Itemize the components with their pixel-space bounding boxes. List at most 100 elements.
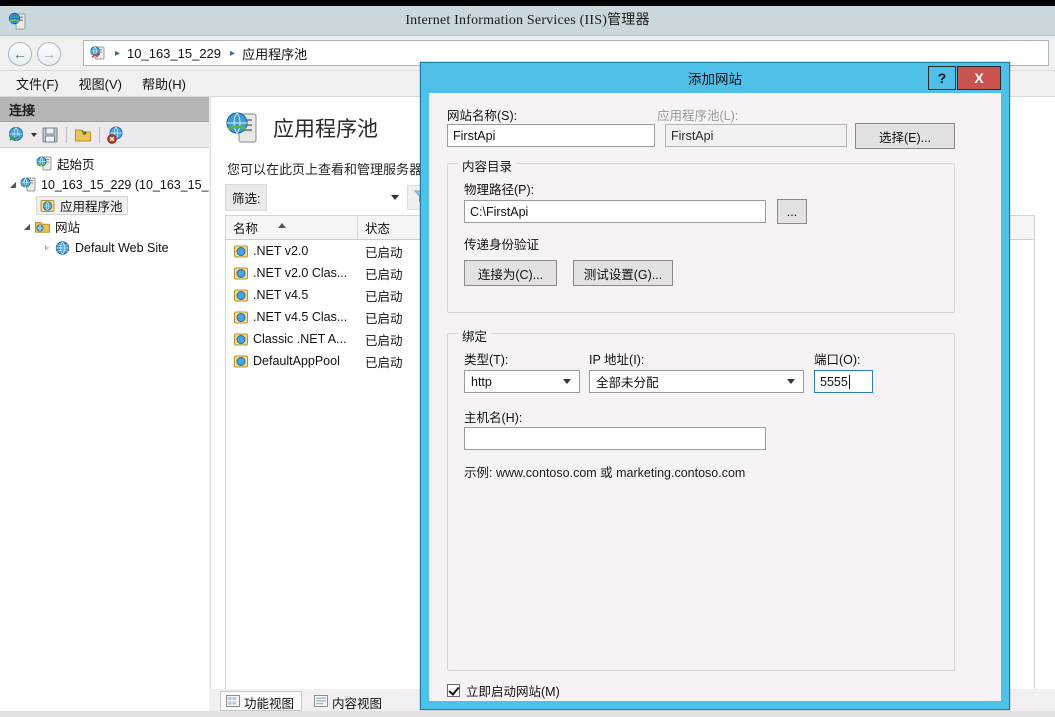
hostname-example-text: 示例: www.contoso.com 或 marketing.contoso.… [464, 466, 746, 480]
binding-type-value: http [471, 374, 492, 389]
toolbar-divider-2 [99, 126, 100, 143]
cell-status: 已启动 [365, 267, 403, 282]
binding-ip-select[interactable]: 全部未分配 [589, 370, 804, 393]
back-button[interactable]: ← [8, 42, 32, 66]
app-pool-item-icon [233, 288, 249, 303]
hostname-input[interactable] [464, 427, 766, 450]
tab-label: 内容视图 [332, 697, 383, 711]
chevron-down-icon[interactable] [391, 194, 400, 200]
cell-name: .NET v2.0 Clas... [253, 266, 348, 280]
cell-name: Classic .NET A... [253, 332, 347, 346]
browse-button[interactable]: ... [777, 199, 807, 224]
column-header-label: 名称 [233, 222, 259, 236]
menu-file[interactable]: 文件(F) [10, 72, 73, 95]
tree-item-start-page[interactable]: 起始页 [0, 153, 209, 174]
breadcrumb-segment-server[interactable]: 10_163_15_229 [127, 46, 221, 61]
app-pool-item-icon [233, 244, 249, 259]
app-pool-label: 应用程序池(L): [657, 109, 739, 123]
sites-folder-icon [34, 219, 51, 235]
cell-name: .NET v4.5 [253, 288, 309, 302]
binding-group-title: 绑定 [458, 326, 492, 345]
tree-item-label: 网站 [55, 221, 81, 235]
chevron-down-icon[interactable] [31, 132, 37, 137]
menu-view[interactable]: 视图(V) [73, 72, 136, 95]
window-titlebar: Internet Information Services (IIS)管理器 [0, 6, 1055, 36]
select-app-pool-label: 选择(E)... [878, 130, 932, 145]
text-cursor [848, 374, 850, 389]
cell-name: .NET v2.0 [253, 244, 309, 258]
tree-item-sites[interactable]: ◢ 网站 [0, 216, 209, 237]
column-header-label: 状态 [365, 222, 391, 236]
connect-as-button[interactable]: 连接为(C)... [464, 260, 557, 286]
start-page-icon [36, 156, 53, 172]
open-connection-icon[interactable] [73, 125, 93, 145]
binding-type-select[interactable]: http [464, 370, 580, 393]
connect-to-server-icon[interactable] [7, 125, 27, 145]
tab-features-view[interactable]: 功能视图 [220, 691, 303, 711]
content-directory-group-title: 内容目录 [458, 156, 517, 175]
connect-as-label: 连接为(C)... [477, 267, 544, 282]
cell-name: DefaultAppPool [253, 354, 340, 368]
physical-path-input[interactable]: C:\FirstApi [464, 200, 766, 223]
tree-item-label: 起始页 [57, 158, 95, 172]
filter-label: 筛选: [225, 183, 268, 211]
column-header-name[interactable]: 名称 [226, 216, 358, 239]
delete-connection-icon[interactable] [106, 125, 126, 145]
cell-status: 已启动 [365, 245, 403, 260]
hostname-label: 主机名(H): [464, 411, 523, 425]
app-pools-page-icon [225, 111, 261, 145]
content-directory-group: 内容目录 物理路径(P): C:\FirstApi ... 传递身份验证 连接为… [447, 156, 955, 313]
tree-item-server[interactable]: ◢ 10_163_15_229 (10_163_15_ [0, 174, 209, 195]
column-header-status[interactable]: 状态 [358, 216, 423, 239]
tree-item-default-web-site[interactable]: ▹ Default Web Site [0, 237, 209, 258]
breadcrumb-segment-apppools[interactable]: 应用程序池 [242, 44, 307, 63]
close-button[interactable]: X [957, 66, 1001, 90]
chevron-down-icon [563, 379, 571, 384]
binding-port-value: 5555 [820, 374, 848, 389]
binding-ip-label: IP 地址(I): [589, 353, 645, 367]
start-website-label: 立即启动网站(M) [466, 685, 560, 699]
browse-label: ... [786, 204, 798, 219]
start-website-checkbox-row[interactable]: 立即启动网站(M) [447, 681, 560, 700]
site-name-input[interactable]: FirstApi [447, 124, 655, 147]
connections-pane: 连接 起始页 ◢ 10_163_15_229 (10_163_15_ 应用程序池… [0, 97, 209, 711]
help-button[interactable]: ? [928, 66, 956, 90]
tree-item-label: 10_163_15_229 (10_163_15_ [41, 177, 209, 192]
website-icon [54, 240, 71, 256]
app-pool-input: FirstApi [665, 124, 847, 147]
select-app-pool-button[interactable]: 选择(E)... [855, 123, 955, 149]
test-settings-button[interactable]: 测试设置(G)... [573, 260, 673, 286]
close-icon: X [974, 70, 984, 86]
site-name-label: 网站名称(S): [447, 109, 518, 123]
save-connections-icon[interactable] [40, 125, 60, 145]
page-title: 应用程序池 [273, 118, 378, 141]
tree-item-app-pools[interactable]: 应用程序池 [0, 195, 209, 216]
app-pool-icon [39, 198, 56, 214]
chevron-down-icon [787, 379, 795, 384]
features-view-icon [226, 695, 240, 710]
screen-root: Internet Information Services (IIS)管理器 ←… [0, 0, 1055, 717]
forward-button[interactable]: → [37, 42, 61, 66]
dialog-title: 添加网站 [688, 72, 742, 87]
filter-input[interactable] [267, 186, 388, 208]
tree-expander-default-site[interactable]: ▹ [40, 243, 54, 252]
passthrough-auth-label: 传递身份验证 [464, 238, 540, 252]
tree-expander-server[interactable]: ◢ [6, 180, 20, 189]
binding-port-label: 端口(O): [814, 353, 861, 367]
app-pool-item-icon [233, 332, 249, 347]
app-pool-value: FirstApi [671, 128, 714, 143]
menu-help[interactable]: 帮助(H) [136, 72, 200, 95]
tab-content-view[interactable]: 内容视图 [308, 691, 390, 711]
server-node-icon [90, 45, 106, 61]
start-website-checkbox[interactable] [447, 684, 460, 697]
physical-path-label: 物理路径(P): [464, 183, 535, 197]
connections-toolbar [0, 122, 209, 148]
dialog-titlebar[interactable]: 添加网站 ? X [421, 63, 1009, 93]
add-website-dialog: 添加网站 ? X 网站名称(S): 应用程序池(L): FirstApi Fir… [420, 62, 1010, 710]
tree-expander-sites[interactable]: ◢ [20, 222, 34, 231]
breadcrumb-separator-2: ▸ [230, 47, 236, 59]
dialog-body: 网站名称(S): 应用程序池(L): FirstApi FirstApi 选择(… [429, 93, 1001, 701]
tab-label: 功能视图 [244, 697, 295, 711]
binding-port-input[interactable]: 5555 [814, 370, 873, 393]
connections-header: 连接 [0, 97, 209, 122]
